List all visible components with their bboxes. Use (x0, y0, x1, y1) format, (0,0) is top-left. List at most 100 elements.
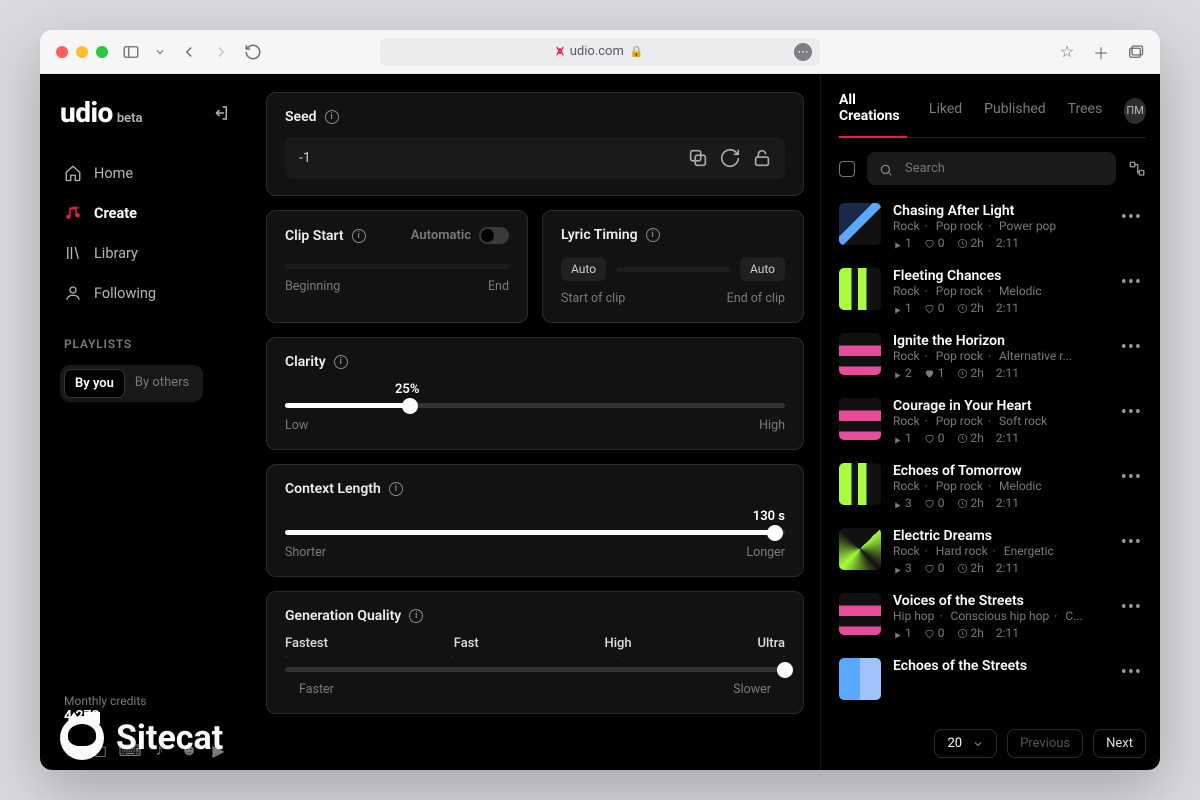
song-duration: 2:11 (996, 236, 1019, 250)
song-row[interactable]: Electric DreamsRock· Hard rock· Energeti… (839, 524, 1146, 579)
youtube-icon[interactable]: ▶ (211, 742, 226, 758)
lock-open-icon[interactable] (751, 147, 773, 169)
site-favicon: ⩙ (556, 44, 563, 59)
info-icon[interactable]: i (389, 482, 403, 496)
song-row[interactable]: Courage in Your HeartRock· Pop rock· Sof… (839, 394, 1146, 449)
nav-home[interactable]: Home (54, 155, 236, 191)
clock-icon (957, 563, 968, 574)
pill-by-you[interactable]: By you (64, 369, 125, 398)
like-count[interactable]: 0 (924, 431, 945, 445)
song-more-button[interactable]: ••• (1117, 534, 1146, 552)
playlists-label: PLAYLISTS (54, 337, 236, 359)
song-more-button[interactable]: ••• (1117, 664, 1146, 682)
like-count[interactable]: 1 (924, 366, 945, 380)
seed-input[interactable] (297, 149, 677, 167)
tiktok-icon[interactable]: ♪ (152, 742, 167, 758)
instagram-icon[interactable]: ◻ (93, 742, 108, 758)
clarity-title: Clarity (285, 354, 326, 370)
window-traffic-lights[interactable] (56, 46, 108, 58)
song-row[interactable]: Echoes of the Streets••• (839, 654, 1146, 704)
tab-trees[interactable]: Trees (1068, 101, 1103, 129)
reload-icon[interactable] (244, 43, 262, 61)
lyric-right: End of clip (727, 291, 785, 306)
minimize-window-dot[interactable] (76, 46, 88, 58)
search-input[interactable] (903, 160, 1104, 177)
song-more-button[interactable]: ••• (1117, 599, 1146, 617)
prev-button[interactable]: Previous (1007, 729, 1083, 758)
play-count: 1 (893, 236, 912, 250)
info-icon[interactable]: i (409, 609, 423, 623)
like-count[interactable]: 0 (924, 496, 945, 510)
lyric-end-auto[interactable]: Auto (740, 257, 785, 281)
refresh-icon[interactable] (719, 147, 741, 169)
new-tab-icon[interactable]: ＋ (1092, 43, 1110, 61)
page-size-select[interactable]: 20 (934, 729, 997, 758)
tab-all[interactable]: All Creations (839, 92, 907, 138)
avatar[interactable]: ПМ (1124, 98, 1146, 124)
reader-icon[interactable]: ⋯ (794, 43, 812, 61)
quality-slider[interactable] (285, 667, 785, 672)
nav-following[interactable]: Following (54, 275, 236, 311)
song-more-button[interactable]: ••• (1117, 404, 1146, 422)
tab-liked[interactable]: Liked (929, 101, 962, 129)
song-age: 2h (957, 561, 984, 575)
clarity-slider[interactable] (285, 403, 785, 408)
lyric-slider[interactable] (616, 267, 730, 272)
song-more-button[interactable]: ••• (1117, 209, 1146, 227)
discord-icon[interactable]: ⌨ (122, 742, 138, 758)
close-window-dot[interactable] (56, 46, 68, 58)
nav-library-label: Library (94, 245, 138, 262)
info-icon[interactable]: i (325, 110, 339, 124)
song-meta: 102h2:11 (893, 626, 1105, 640)
nav-create[interactable]: Create (54, 195, 236, 231)
song-row[interactable]: Ignite the HorizonRock· Pop rock· Altern… (839, 329, 1146, 384)
tab-published[interactable]: Published (984, 101, 1045, 129)
back-icon[interactable] (180, 43, 198, 61)
song-title: Ignite the Horizon (893, 333, 1105, 349)
pill-by-others[interactable]: By others (125, 369, 199, 398)
pager: 20 Previous Next (839, 719, 1146, 758)
song-row[interactable]: Voices of the StreetsHip hop· Conscious … (839, 589, 1146, 644)
like-count[interactable]: 0 (924, 301, 945, 315)
context-slider[interactable] (285, 530, 785, 535)
song-row[interactable]: Chasing After LightRock· Pop rock· Power… (839, 199, 1146, 254)
automatic-toggle[interactable] (479, 227, 509, 244)
address-bar[interactable]: ⩙ udio.com 🔒 ⋯ (380, 38, 820, 66)
nav-library[interactable]: Library (54, 235, 236, 271)
like-count[interactable]: 0 (924, 236, 945, 250)
play-count: 2 (893, 366, 912, 380)
zoom-window-dot[interactable] (96, 46, 108, 58)
bookmark-star-icon[interactable]: ☆ (1058, 43, 1076, 61)
chevron-down-icon[interactable] (154, 43, 166, 61)
copy-icon[interactable] (687, 147, 709, 169)
like-count[interactable]: 0 (924, 626, 945, 640)
lyric-start-auto[interactable]: Auto (561, 257, 606, 281)
reddit-icon[interactable]: ☻ (181, 742, 197, 758)
collapse-sidebar-icon[interactable] (212, 104, 230, 126)
context-title: Context Length (285, 481, 381, 497)
info-icon[interactable]: i (352, 229, 366, 243)
clarity-left: Low (285, 418, 308, 433)
song-age: 2h (957, 496, 984, 510)
song-more-button[interactable]: ••• (1117, 469, 1146, 487)
song-more-button[interactable]: ••• (1117, 339, 1146, 357)
song-tags: Rock· Pop rock· Power pop (893, 219, 1105, 233)
tabs-overview-icon[interactable] (1126, 43, 1144, 61)
clip-start-title: Clip Start (285, 228, 344, 244)
like-count[interactable]: 0 (924, 561, 945, 575)
sidebar-toggle-icon[interactable] (122, 43, 140, 61)
next-button[interactable]: Next (1093, 729, 1146, 758)
info-icon[interactable]: i (334, 355, 348, 369)
primary-nav: Home Create Library Following (54, 155, 236, 311)
tree-view-icon[interactable] (1128, 160, 1146, 178)
song-title: Courage in Your Heart (893, 398, 1105, 414)
twitter-icon[interactable]: 𝕏 (64, 742, 79, 758)
song-tags: Rock· Pop rock· Melodic (893, 479, 1105, 493)
song-row[interactable]: Fleeting ChancesRock· Pop rock· Melodic1… (839, 264, 1146, 319)
song-row[interactable]: Echoes of TomorrowRock· Pop rock· Melodi… (839, 459, 1146, 514)
clip-start-slider[interactable] (285, 264, 509, 269)
search-icon (879, 162, 893, 176)
select-all-checkbox[interactable] (839, 161, 855, 177)
info-icon[interactable]: i (646, 228, 660, 242)
song-more-button[interactable]: ••• (1117, 274, 1146, 292)
